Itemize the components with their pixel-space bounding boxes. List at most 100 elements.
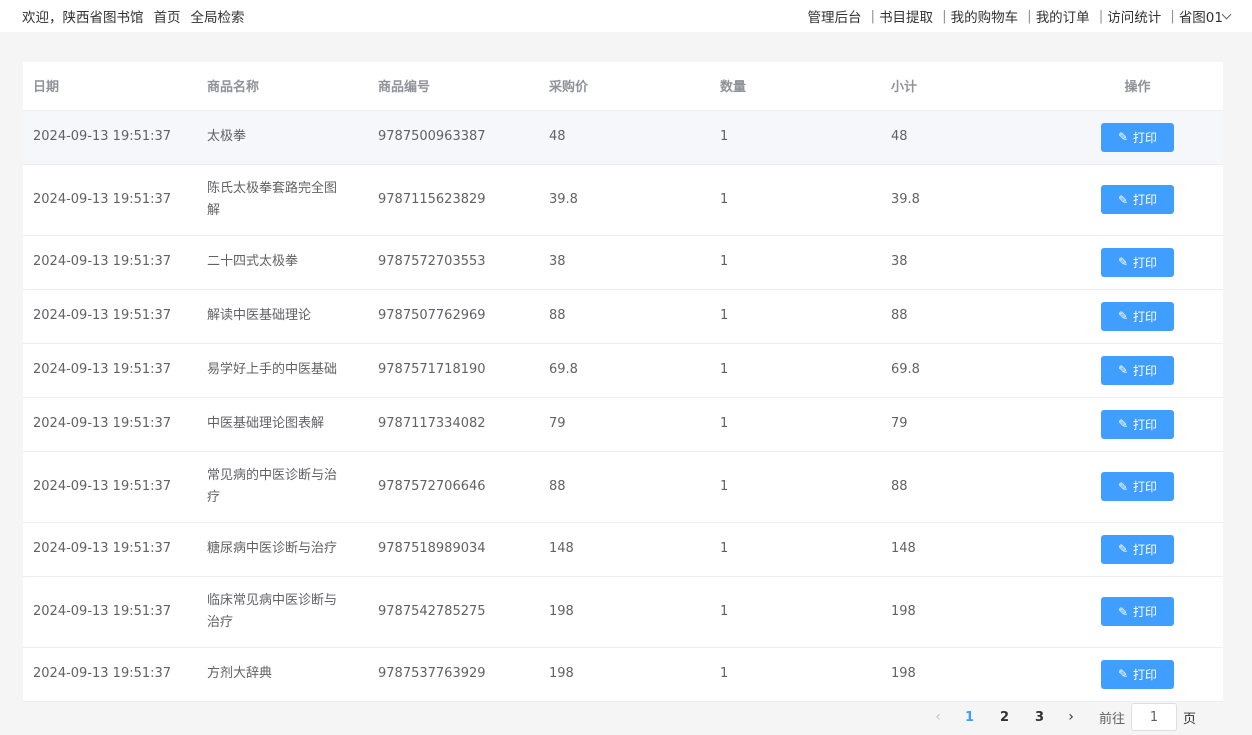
print-button[interactable]: ✎ 打印 (1101, 185, 1174, 214)
nav-admin-link[interactable]: 管理后台 (808, 6, 862, 26)
nav-cart-link[interactable]: 我的购物车 (951, 6, 1019, 26)
column-header-name: 商品名称 (197, 62, 368, 111)
cell-qty: 1 (710, 235, 881, 290)
cell-name: 解读中医基础理论 (197, 289, 368, 344)
cell-action: ✎ 打印 (1052, 164, 1223, 236)
cell-price: 79 (539, 397, 710, 452)
cell-action: ✎ 打印 (1052, 289, 1223, 344)
cell-action: ✎ 打印 (1052, 110, 1223, 165)
page-number[interactable]: 1 (952, 710, 987, 725)
nav-stats-link[interactable]: 访问统计 (1107, 6, 1161, 26)
cell-subtotal: 198 (881, 647, 1052, 702)
cell-date: 2024-09-13 19:51:37 (23, 522, 197, 577)
cell-subtotal: 79 (881, 397, 1052, 452)
cell-date: 2024-09-13 19:51:37 (23, 110, 197, 165)
print-button-label: 打印 (1133, 542, 1158, 557)
print-button-label: 打印 (1133, 480, 1158, 494)
cell-price: 48 (539, 110, 710, 165)
cell-price: 198 (539, 576, 710, 648)
edit-icon: ✎ (1117, 130, 1129, 144)
cell-code: 9787507762969 (368, 289, 539, 344)
edit-icon: ✎ (1117, 604, 1129, 619)
cell-price: 148 (539, 522, 710, 577)
cell-action: ✎ 打印 (1052, 522, 1223, 577)
table-row: 2024-09-13 19:51:37 太极拳 9787500963387 48 1 48… (23, 110, 1223, 165)
cell-qty: 1 (710, 289, 881, 344)
cell-qty: 1 (710, 110, 881, 165)
cell-subtotal: 88 (881, 289, 1052, 344)
page-list: 123 (952, 710, 1057, 725)
edit-icon: ✎ (1117, 479, 1129, 494)
welcome-text: 欢迎，陕西省图书馆 (22, 10, 144, 26)
edit-icon: ✎ (1117, 363, 1129, 377)
cell-name: 临床常见病中医诊断与治疗 (197, 576, 368, 648)
cell-action: ✎ 打印 (1052, 235, 1223, 290)
print-button[interactable]: ✎ 打印 (1101, 122, 1174, 152)
print-button[interactable]: ✎ 打印 (1101, 409, 1174, 439)
goto-page-input[interactable] (1131, 703, 1178, 731)
cell-qty: 1 (710, 451, 881, 523)
top-nav-right: 管理后台 | 书目提取 | 我的购物车 | 我的订单 | 访问统计 | 省图01 (808, 6, 1232, 26)
print-button[interactable]: ✎ 打印 (1101, 472, 1174, 501)
pagination: ‹ 123 › 前往 页 (924, 703, 1196, 731)
print-button[interactable]: ✎ 打印 (1101, 301, 1174, 331)
cell-qty: 1 (710, 576, 881, 648)
table-row: 2024-09-13 19:51:37 解读中医基础理论 9787507762969… (23, 289, 1223, 344)
print-button-label: 打印 (1133, 255, 1158, 270)
nav-separator: | (1027, 8, 1032, 24)
cell-price: 39.8 (539, 164, 710, 236)
cell-code: 9787571718190 (368, 343, 539, 398)
cell-name: 陈氏太极拳套路完全图解 (197, 164, 368, 236)
cell-code: 9787500963387 (368, 110, 539, 165)
cell-date: 2024-09-13 19:51:37 (23, 164, 197, 236)
print-button-label: 打印 (1133, 309, 1158, 324)
column-header-code: 商品编号 (368, 62, 539, 111)
table-row: 2024-09-13 19:51:37 中医基础理论图表解 978711733408… (23, 397, 1223, 452)
cell-qty: 1 (710, 397, 881, 452)
cell-name: 常见病的中医诊断与治疗 (197, 451, 368, 523)
cell-qty: 1 (710, 647, 881, 702)
cell-code: 9787572703553 (368, 235, 539, 290)
nav-catalog-link[interactable]: 书目提取 (879, 6, 933, 26)
chevron-left-icon[interactable]: ‹ (924, 709, 952, 725)
print-button[interactable]: ✎ 打印 (1101, 534, 1174, 564)
cell-code: 9787572706646 (368, 451, 539, 523)
edit-icon: ✎ (1117, 192, 1129, 207)
cell-name: 易学好上手的中医基础 (197, 343, 368, 398)
cell-subtotal: 148 (881, 522, 1052, 577)
cell-date: 2024-09-13 19:51:37 (23, 647, 197, 702)
goto-prefix: 前往 (1099, 711, 1126, 727)
user-menu[interactable]: 省图01 (1178, 6, 1232, 26)
cell-name: 糖尿病中医诊断与治疗 (197, 522, 368, 577)
cell-action: ✎ 打印 (1052, 647, 1223, 702)
page-number[interactable]: 2 (987, 710, 1022, 725)
page-number[interactable]: 3 (1022, 710, 1057, 725)
column-header-qty: 数量 (710, 62, 881, 111)
cell-name: 二十四式太极拳 (197, 235, 368, 290)
cell-action: ✎ 打印 (1052, 451, 1223, 523)
user-name: 省图01 (1178, 10, 1223, 26)
print-button[interactable]: ✎ 打印 (1101, 355, 1174, 385)
column-header-date: 日期 (23, 62, 197, 111)
print-button[interactable]: ✎ 打印 (1101, 597, 1174, 626)
top-navbar: 欢迎，陕西省图书馆 首页 全局检索 管理后台 | 书目提取 | 我的购物车 | … (0, 0, 1252, 32)
print-button[interactable]: ✎ 打印 (1101, 659, 1174, 689)
cell-date: 2024-09-13 19:51:37 (23, 343, 197, 398)
cell-name: 中医基础理论图表解 (197, 397, 368, 452)
table-row: 2024-09-13 19:51:37 方剂大辞典 9787537763929 198… (23, 647, 1223, 702)
edit-icon: ✎ (1117, 309, 1129, 323)
table-row: 2024-09-13 19:51:37 常见病的中医诊断与治疗 9787572706… (23, 451, 1223, 523)
nav-global-search-link[interactable]: 全局检索 (191, 6, 245, 26)
column-header-action: 操作 (1052, 62, 1223, 111)
nav-separator: | (1170, 8, 1175, 24)
nav-orders-link[interactable]: 我的订单 (1036, 6, 1090, 26)
cell-subtotal: 88 (881, 451, 1052, 523)
print-button-label: 打印 (1133, 363, 1158, 378)
print-button-label: 打印 (1133, 417, 1158, 432)
chevron-right-icon[interactable]: › (1057, 709, 1085, 725)
column-header-subtotal: 小计 (881, 62, 1052, 111)
table-row: 2024-09-13 19:51:37 临床常见病中医诊断与治疗 978754278… (23, 576, 1223, 648)
print-button[interactable]: ✎ 打印 (1101, 247, 1174, 277)
nav-home-link[interactable]: 首页 (154, 6, 181, 26)
nav-separator: | (1098, 8, 1104, 24)
